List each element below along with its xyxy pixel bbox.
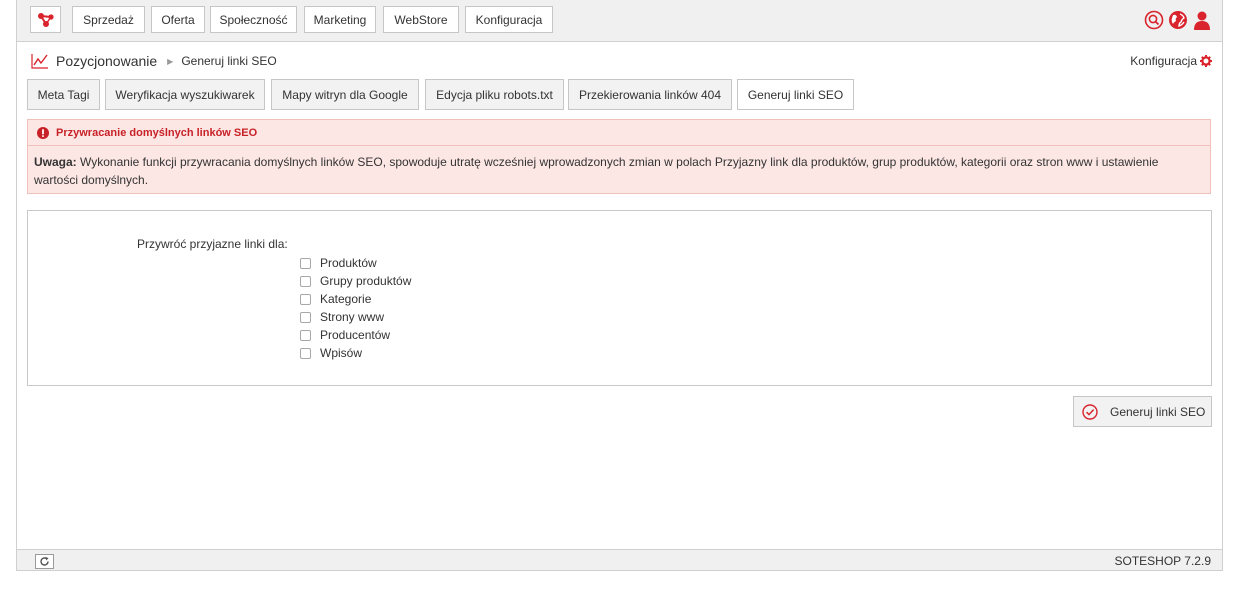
checkbox-row-grupy-produktow[interactable]: Grupy produktów [300,272,411,290]
checkbox-label[interactable]: Kategorie [320,292,371,306]
version-label: SOTESHOP 7.2.9 [1114,554,1212,568]
checkbox-row-producentow[interactable]: Producentów [300,326,411,344]
tab-edycja-robots[interactable]: Edycja pliku robots.txt [425,79,564,110]
alert-title: Przywracanie domyślnych linków SEO [56,126,258,139]
checkbox-list: Produktów Grupy produktów Kategorie Stro… [300,254,411,362]
generate-seo-links-label: Generuj linki SEO [1110,404,1206,419]
checkbox-label[interactable]: Wpisów [320,346,362,360]
network-nodes-icon [37,12,54,27]
checkbox-label[interactable]: Strony www [320,310,384,324]
check-circle-icon [1082,403,1098,420]
alert-header: Przywracanie domyślnych linków SEO [28,120,1210,146]
checkbox-strony-www[interactable] [300,311,311,323]
tab-przekierowania-404[interactable]: Przekierowania linków 404 [568,79,732,110]
chart-line-icon [31,54,48,69]
nav-oferta[interactable]: Oferta [151,6,205,33]
checkbox-row-strony-www[interactable]: Strony www [300,308,411,326]
checkbox-kategorie[interactable] [300,293,311,305]
top-navigation: Sprzedaż Oferta Społeczność Marketing We… [17,0,1222,42]
generate-seo-links-button[interactable]: Generuj linki SEO [1073,396,1212,427]
gear-icon [1200,55,1212,67]
tab-mapy-witryn[interactable]: Mapy witryn dla Google [271,79,419,110]
breadcrumb-separator-icon: ▶ [167,56,174,66]
configuration-link[interactable]: Konfiguracja [1130,54,1212,68]
refresh-icon [40,556,49,566]
checkbox-row-wpisow[interactable]: Wpisów [300,344,411,362]
status-footer: SOTESHOP 7.2.9 [17,549,1222,570]
restore-form-panel: Przywróć przyjazne linki dla: Produktów … [27,210,1212,386]
nav-sprzedaz[interactable]: Sprzedaż [72,6,145,33]
breadcrumb-section[interactable]: Pozycjonowanie [56,53,157,69]
nav-webstore[interactable]: WebStore [383,6,459,33]
warning-alert: Przywracanie domyślnych linków SEO Uwaga… [27,119,1211,194]
checkbox-label[interactable]: Produktów [320,256,377,270]
tab-meta-tagi[interactable]: Meta Tagi [27,79,100,110]
nav-marketing[interactable]: Marketing [304,6,376,33]
alert-body: Uwaga: Wykonanie funkcji przywracania do… [28,146,1210,189]
tab-generuj-linki-seo[interactable]: Generuj linki SEO [737,79,854,110]
search-icon[interactable] [1144,10,1164,30]
user-icon[interactable] [1192,10,1212,30]
alert-body-bold: Uwaga: [34,155,77,169]
checkbox-grupy-produktow[interactable] [300,275,311,287]
breadcrumb: Pozycjonowanie ▶ Generuj linki SEO [31,52,277,70]
checkbox-row-produktow[interactable]: Produktów [300,254,411,272]
checkbox-wpisow[interactable] [300,347,311,359]
restore-label: Przywróć przyjazne linki dla: [137,237,288,251]
nav-spolecznosc[interactable]: Społeczność [210,6,297,33]
logo-button[interactable] [30,6,61,33]
checkbox-row-kategorie[interactable]: Kategorie [300,290,411,308]
checkbox-label[interactable]: Grupy produktów [320,274,411,288]
exclamation-icon [37,126,49,139]
alert-body-text: Wykonanie funkcji przywracania domyślnyc… [34,155,1159,187]
app-frame: Sprzedaż Oferta Społeczność Marketing We… [16,0,1223,571]
checkbox-producentow[interactable] [300,329,311,341]
configuration-link-label: Konfiguracja [1130,54,1197,68]
nav-konfiguracja[interactable]: Konfiguracja [465,6,553,33]
tab-weryfikacja-wyszukiwarek[interactable]: Weryfikacja wyszukiwarek [105,79,265,110]
checkbox-produktow[interactable] [300,257,311,269]
breadcrumb-current: Generuj linki SEO [181,54,277,68]
refresh-button[interactable] [35,554,54,569]
top-right-icons [1144,10,1212,30]
globe-icon[interactable] [1168,10,1188,30]
checkbox-label[interactable]: Producentów [320,328,390,342]
